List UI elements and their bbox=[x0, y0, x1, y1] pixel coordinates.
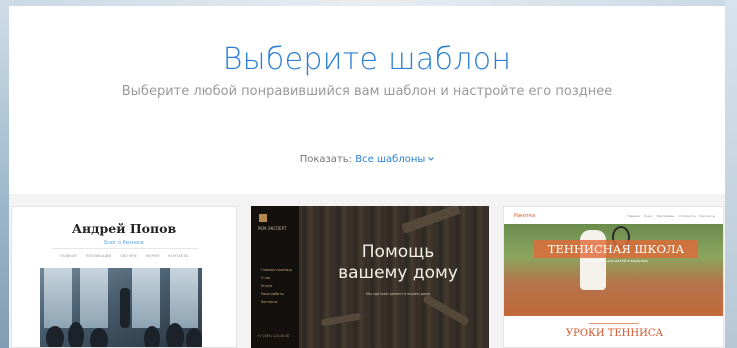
menu-item: Услуги bbox=[261, 284, 273, 288]
divider bbox=[52, 248, 198, 249]
conference-photo bbox=[40, 268, 202, 347]
menu-item: ОБО МНЕ bbox=[120, 254, 137, 258]
photo-window bbox=[44, 268, 72, 328]
template-tennis-banner: ТЕННИСНАЯ ШКОЛА bbox=[534, 240, 698, 258]
menu-item: Наши работы bbox=[261, 292, 284, 296]
menu-item: Контакты bbox=[699, 214, 715, 218]
template-renovation-headline: Помощь вашему дому bbox=[307, 242, 489, 284]
desktop-background-right bbox=[725, 0, 737, 348]
photo-window bbox=[132, 268, 160, 328]
menu-item: Контакты bbox=[261, 300, 278, 304]
menu-item: О нас bbox=[643, 214, 653, 218]
menu-item: Главная bbox=[626, 214, 640, 218]
filter-label: Показать: bbox=[299, 154, 353, 165]
template-blog-menu: ГЛАВНАЯ ПУБЛИКАЦИИ ОБО МНЕ ФОРУМ КОНТАКТ… bbox=[12, 254, 236, 258]
photo-window bbox=[170, 268, 198, 328]
hammer-icon bbox=[259, 214, 267, 222]
page-title: Выберите шаблон bbox=[222, 42, 512, 77]
template-card-renovation[interactable]: РЕМ ЭКСПЕРТ Главная страница О нас Услуг… bbox=[251, 206, 489, 348]
template-tennis-nav: Главная О нас Программы Стоимость Контак… bbox=[624, 214, 715, 218]
menu-item: Программы bbox=[656, 214, 675, 218]
template-card-tennis[interactable]: Ракетка Главная О нас Программы Стоимост… bbox=[503, 206, 724, 348]
filter-dropdown[interactable]: Все шаблоны bbox=[355, 153, 435, 165]
template-card-blog[interactable]: Андрей Попов Блог о бизнесе ГЛАВНАЯ ПУБЛ… bbox=[11, 206, 237, 348]
tennis-hero-photo bbox=[504, 224, 723, 316]
menu-item: О нас bbox=[261, 276, 271, 280]
menu-item: Стоимость bbox=[678, 214, 696, 218]
audience-head bbox=[68, 322, 84, 347]
menu-item: КОНТАКТЫ bbox=[168, 254, 189, 258]
template-filter: Показать: Все шаблоны bbox=[9, 153, 725, 165]
audience-head bbox=[144, 326, 160, 347]
headline-line: вашему дому bbox=[338, 263, 458, 283]
divider bbox=[589, 323, 639, 324]
filter-value: Все шаблоны bbox=[355, 154, 426, 165]
audience-head bbox=[90, 328, 108, 347]
template-renovation-brand: РЕМ ЭКСПЕРТ bbox=[258, 226, 287, 231]
template-tennis-brand: Ракетка bbox=[514, 213, 536, 219]
template-tennis-section-title: УРОКИ ТЕННИСА bbox=[565, 328, 664, 339]
menu-item: ФОРУМ bbox=[146, 254, 160, 258]
audience-head bbox=[186, 328, 202, 347]
headline-line: Помощь bbox=[361, 242, 435, 262]
speaker-figure bbox=[120, 288, 130, 328]
menu-item: ПУБЛИКАЦИИ bbox=[85, 254, 111, 258]
template-blog-name: Андрей Попов bbox=[71, 221, 177, 236]
audience-head bbox=[46, 326, 64, 347]
template-renovation-phone: +7 (495) 123-45-67 bbox=[257, 334, 290, 338]
template-tennis-banner-sub: Тренировки для детей и взрослых bbox=[584, 259, 648, 263]
audience-head bbox=[166, 323, 184, 347]
menu-item: ГЛАВНАЯ bbox=[59, 254, 77, 258]
menu-item: Главная страница bbox=[261, 268, 292, 272]
page-subtitle: Выберите любой понравившийся вам шаблон … bbox=[121, 84, 613, 99]
photo-window bbox=[80, 268, 108, 328]
template-blog-tagline: Блог о бизнесе bbox=[104, 240, 144, 246]
chevron-down-icon bbox=[428, 153, 435, 164]
template-chooser-panel: Выберите шаблон Выберите любой понравивш… bbox=[9, 6, 725, 348]
template-renovation-sub: Мы сделаем ремонт в вашем доме bbox=[365, 292, 431, 296]
